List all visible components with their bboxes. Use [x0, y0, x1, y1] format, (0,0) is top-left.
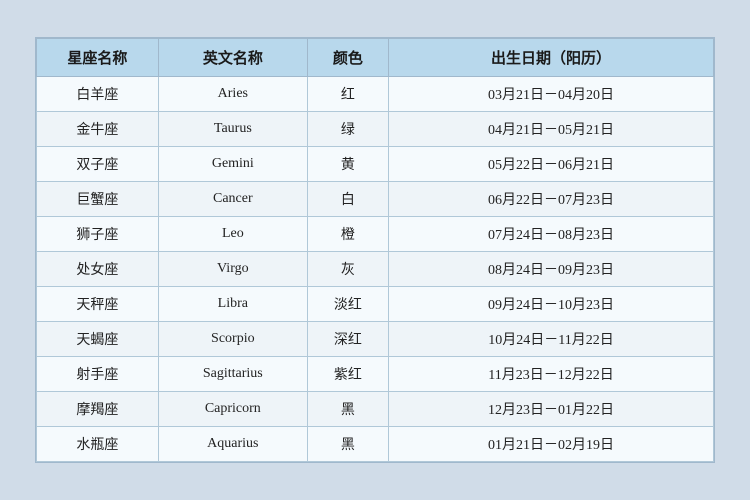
cell-english: Capricorn: [158, 392, 307, 427]
cell-chinese: 金牛座: [37, 112, 159, 147]
table-row: 白羊座Aries红03月21日－04月20日: [37, 77, 714, 112]
cell-english: Cancer: [158, 182, 307, 217]
cell-english: Virgo: [158, 252, 307, 287]
zodiac-table-container: 星座名称 英文名称 颜色 出生日期（阳历） 白羊座Aries红03月21日－04…: [35, 37, 715, 463]
cell-chinese: 射手座: [37, 357, 159, 392]
cell-english: Leo: [158, 217, 307, 252]
cell-color: 橙: [307, 217, 388, 252]
cell-english: Aquarius: [158, 427, 307, 462]
cell-color: 红: [307, 77, 388, 112]
header-color: 颜色: [307, 39, 388, 77]
cell-chinese: 天秤座: [37, 287, 159, 322]
table-row: 处女座Virgo灰08月24日－09月23日: [37, 252, 714, 287]
cell-date: 10月24日－11月22日: [389, 322, 714, 357]
table-row: 天蝎座Scorpio深红10月24日－11月22日: [37, 322, 714, 357]
cell-chinese: 巨蟹座: [37, 182, 159, 217]
cell-english: Aries: [158, 77, 307, 112]
table-row: 双子座Gemini黄05月22日－06月21日: [37, 147, 714, 182]
cell-date: 04月21日－05月21日: [389, 112, 714, 147]
cell-color: 灰: [307, 252, 388, 287]
cell-date: 05月22日－06月21日: [389, 147, 714, 182]
header-date: 出生日期（阳历）: [389, 39, 714, 77]
cell-date: 09月24日－10月23日: [389, 287, 714, 322]
cell-color: 黑: [307, 427, 388, 462]
cell-english: Taurus: [158, 112, 307, 147]
cell-english: Scorpio: [158, 322, 307, 357]
table-body: 白羊座Aries红03月21日－04月20日金牛座Taurus绿04月21日－0…: [37, 77, 714, 462]
table-row: 金牛座Taurus绿04月21日－05月21日: [37, 112, 714, 147]
cell-color: 黑: [307, 392, 388, 427]
cell-date: 08月24日－09月23日: [389, 252, 714, 287]
table-header-row: 星座名称 英文名称 颜色 出生日期（阳历）: [37, 39, 714, 77]
cell-date: 06月22日－07月23日: [389, 182, 714, 217]
cell-date: 11月23日－12月22日: [389, 357, 714, 392]
cell-chinese: 狮子座: [37, 217, 159, 252]
cell-color: 紫红: [307, 357, 388, 392]
cell-english: Libra: [158, 287, 307, 322]
cell-color: 黄: [307, 147, 388, 182]
cell-chinese: 处女座: [37, 252, 159, 287]
cell-chinese: 天蝎座: [37, 322, 159, 357]
cell-date: 03月21日－04月20日: [389, 77, 714, 112]
cell-chinese: 双子座: [37, 147, 159, 182]
zodiac-table: 星座名称 英文名称 颜色 出生日期（阳历） 白羊座Aries红03月21日－04…: [36, 38, 714, 462]
cell-date: 07月24日－08月23日: [389, 217, 714, 252]
table-row: 摩羯座Capricorn黑12月23日－01月22日: [37, 392, 714, 427]
cell-chinese: 摩羯座: [37, 392, 159, 427]
cell-date: 12月23日－01月22日: [389, 392, 714, 427]
header-english: 英文名称: [158, 39, 307, 77]
cell-chinese: 白羊座: [37, 77, 159, 112]
cell-english: Sagittarius: [158, 357, 307, 392]
header-chinese: 星座名称: [37, 39, 159, 77]
table-row: 天秤座Libra淡红09月24日－10月23日: [37, 287, 714, 322]
cell-color: 深红: [307, 322, 388, 357]
table-row: 巨蟹座Cancer白06月22日－07月23日: [37, 182, 714, 217]
table-row: 射手座Sagittarius紫红11月23日－12月22日: [37, 357, 714, 392]
cell-date: 01月21日－02月19日: [389, 427, 714, 462]
cell-color: 绿: [307, 112, 388, 147]
cell-color: 白: [307, 182, 388, 217]
table-row: 狮子座Leo橙07月24日－08月23日: [37, 217, 714, 252]
cell-chinese: 水瓶座: [37, 427, 159, 462]
table-row: 水瓶座Aquarius黑01月21日－02月19日: [37, 427, 714, 462]
cell-english: Gemini: [158, 147, 307, 182]
cell-color: 淡红: [307, 287, 388, 322]
